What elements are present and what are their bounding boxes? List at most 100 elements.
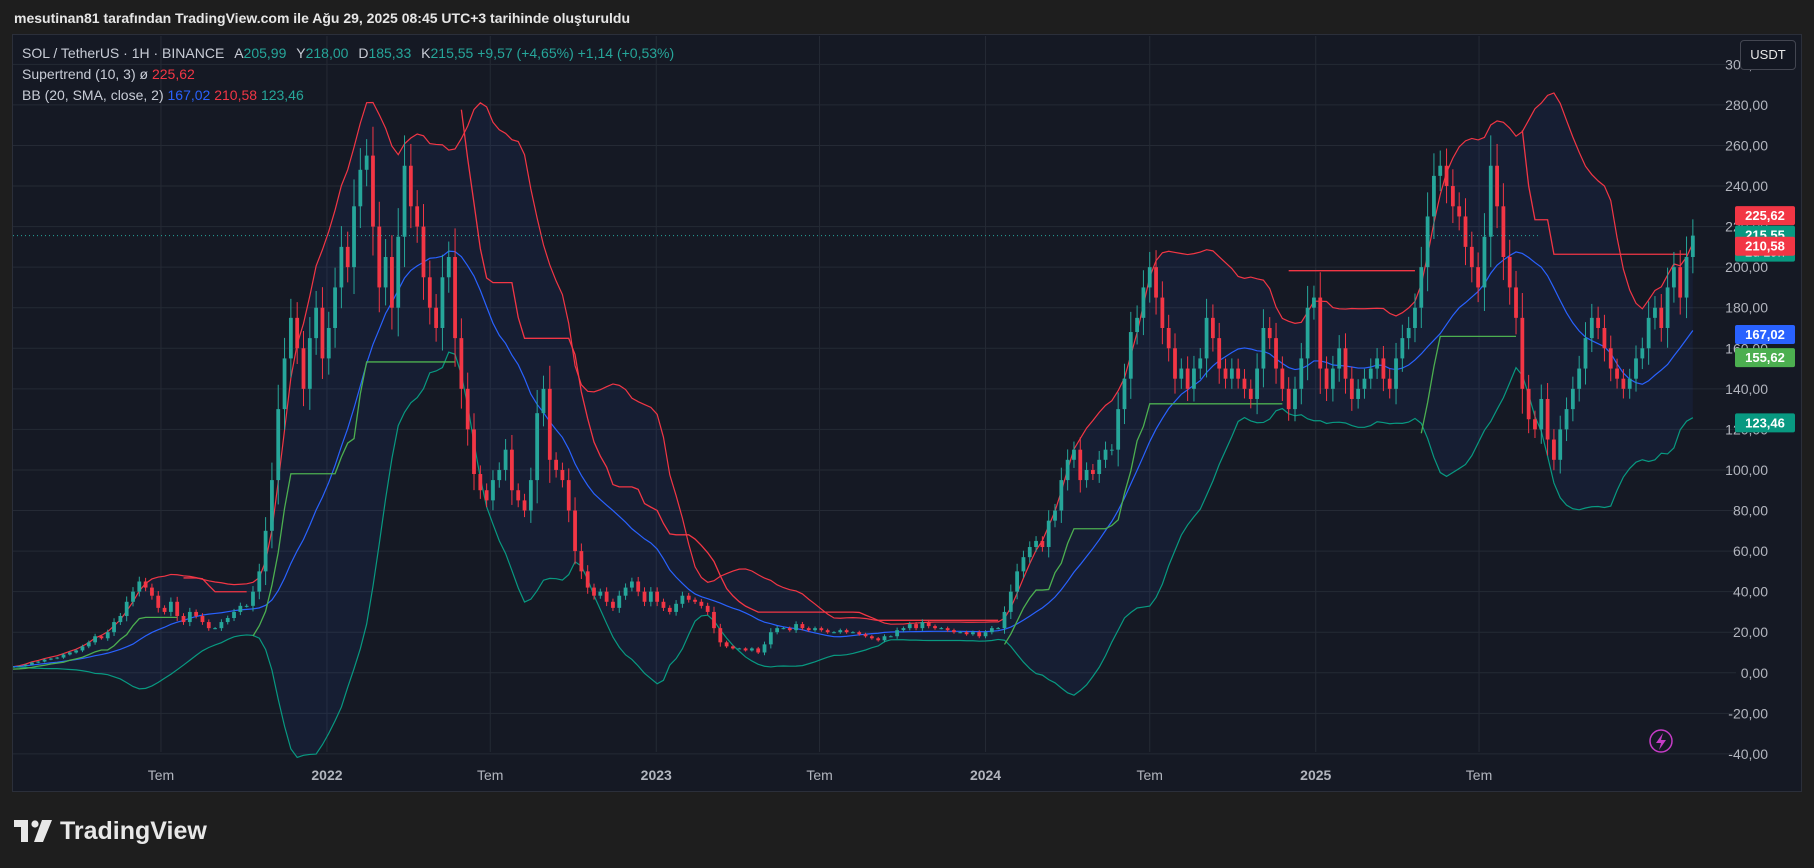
candle-body — [1539, 398, 1544, 430]
candle-body — [585, 571, 590, 588]
candle-body — [238, 605, 243, 612]
candle-body — [617, 595, 622, 608]
candle-body — [699, 601, 704, 606]
candle-body — [933, 626, 937, 629]
candle-body — [1091, 469, 1095, 475]
candle-body — [661, 601, 666, 608]
price-chart[interactable]: 300,00280,00260,00240,00220,00200,00180,… — [0, 0, 1814, 868]
candle-body — [977, 632, 982, 637]
candle-body — [402, 165, 407, 237]
candle-body — [964, 632, 969, 635]
candle-body — [1501, 206, 1506, 258]
candle-body — [712, 611, 716, 629]
candle-body — [503, 449, 508, 470]
candle-body — [1034, 540, 1038, 548]
candle-body — [1343, 348, 1348, 379]
candle-body — [1330, 368, 1335, 389]
candle-body — [1280, 368, 1285, 389]
candle-body — [1305, 307, 1310, 359]
candle-body — [276, 409, 281, 481]
change-value: +9,57 (+4,65%) — [477, 45, 574, 61]
y-tick-label: -40,00 — [1728, 746, 1768, 762]
candle-body — [667, 607, 672, 612]
candle-body — [1634, 358, 1638, 379]
candle-body — [989, 628, 994, 633]
candle-body — [560, 469, 565, 481]
candle-body — [1488, 165, 1493, 237]
x-tick-label: Tem — [1466, 767, 1492, 783]
candle-body — [1533, 419, 1537, 430]
candle-body — [869, 636, 874, 639]
candle-body — [1198, 358, 1203, 369]
candle-body — [611, 601, 615, 608]
price-label-text: 155,62 — [1745, 350, 1785, 365]
candle-body — [1002, 611, 1007, 629]
candle-body — [1286, 388, 1291, 410]
y-tick-label: 0,00 — [1741, 665, 1768, 681]
candle-body — [156, 595, 161, 608]
candle-body — [1621, 378, 1626, 389]
candle-body — [1040, 540, 1045, 548]
candle-body — [137, 581, 142, 592]
open-value: 205,99 — [243, 45, 287, 61]
candle-body — [408, 165, 413, 207]
high-value: 218,00 — [305, 45, 349, 61]
candle-body — [1419, 267, 1424, 308]
candle-body — [1362, 378, 1367, 389]
candle-body — [958, 632, 963, 634]
candle-body — [794, 624, 798, 631]
candle-body — [352, 206, 356, 268]
candle-body — [775, 628, 780, 633]
candle-body — [579, 551, 584, 572]
candle-body — [800, 624, 805, 629]
candle-body — [288, 317, 293, 359]
bb-basis-value: 167,02 — [167, 87, 211, 103]
candle-body — [749, 648, 754, 651]
candle-body — [756, 648, 761, 653]
candle-body — [914, 624, 918, 629]
supertrend-symbol: ø — [139, 66, 149, 82]
candle-body — [333, 287, 337, 328]
candle-body — [168, 601, 173, 612]
candle-body — [857, 632, 862, 635]
candle-body — [1400, 338, 1405, 359]
candle-body — [781, 628, 786, 630]
candle-body — [1128, 332, 1133, 379]
currency-button[interactable]: USDT — [1740, 40, 1796, 70]
candle-body — [1312, 297, 1316, 308]
candle-body — [1495, 165, 1499, 207]
candle-body — [528, 480, 533, 511]
candle-body — [345, 246, 350, 268]
candle-body — [459, 338, 464, 389]
candle-body — [1450, 186, 1455, 207]
candle-body — [175, 601, 180, 616]
candle-body — [339, 246, 344, 288]
candle-body — [1514, 287, 1518, 318]
candle-body — [1185, 368, 1190, 389]
bb-row[interactable]: BB (20, SMA, close, 2) 167,02 210,58 123… — [22, 85, 674, 106]
y-tick-label: -20,00 — [1728, 705, 1768, 721]
candle-body — [440, 277, 445, 328]
candle-body — [1135, 317, 1140, 333]
candle-body — [844, 630, 849, 633]
candle-body — [181, 615, 186, 623]
candle-body — [1267, 327, 1272, 339]
candle-body — [1640, 348, 1645, 359]
tradingview-logo[interactable]: TradingView — [14, 817, 207, 845]
candle-body — [1210, 317, 1215, 339]
supertrend-row[interactable]: Supertrend (10, 3) ø 225,62 — [22, 64, 674, 85]
low-label: D — [358, 45, 369, 61]
candle-body — [737, 648, 742, 650]
candle-body — [1217, 338, 1222, 369]
candle-body — [1520, 317, 1525, 389]
candle-body — [86, 642, 91, 647]
symbol-title[interactable]: SOL / TetherUS · 1H · BINANCE — [22, 45, 224, 61]
candle-body — [535, 413, 540, 481]
candle-body — [1078, 449, 1083, 481]
candle-body — [1318, 297, 1323, 369]
candle-body — [421, 226, 426, 278]
candle-body — [187, 611, 192, 623]
candle-body — [1469, 246, 1474, 268]
candle-body — [573, 510, 577, 552]
candle-body — [882, 636, 887, 641]
